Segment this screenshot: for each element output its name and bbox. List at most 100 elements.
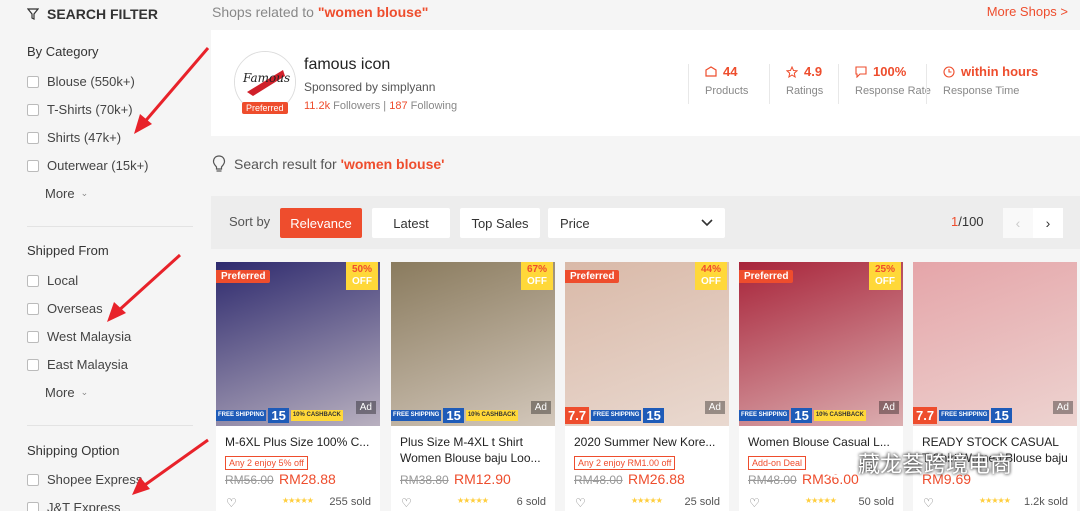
checkbox[interactable] bbox=[27, 501, 39, 511]
following-count: 187 bbox=[389, 100, 408, 112]
filter-option-jt-express[interactable]: J&T Express bbox=[27, 500, 120, 511]
filter-option-label: T-Shirts (70k+) bbox=[47, 102, 133, 117]
heart-icon[interactable]: ♡ bbox=[923, 496, 934, 510]
product-card[interactable]: 67% OFF Ad FREE SHIPPING 15 10% CASHBACK Plus … bbox=[391, 262, 555, 511]
stat-value: within hours bbox=[961, 64, 1039, 79]
filter-option-tshirts[interactable]: T-Shirts (70k+) bbox=[27, 102, 133, 117]
checkbox[interactable] bbox=[27, 358, 39, 371]
free-shipping-badge: FREE SHIPPING bbox=[591, 409, 642, 421]
filter-option-label: West Malaysia bbox=[47, 329, 132, 344]
more-shops-link[interactable]: More Shops > bbox=[987, 4, 1068, 19]
sold-count: 255 sold bbox=[329, 496, 371, 508]
chevron-left-icon: ‹ bbox=[1015, 215, 1021, 231]
discount-badge: 50% OFF bbox=[346, 262, 378, 290]
filter-option-west-malaysia[interactable]: West Malaysia bbox=[27, 329, 131, 344]
checkbox[interactable] bbox=[27, 103, 39, 116]
stat-label: Response Time bbox=[943, 85, 1020, 97]
heart-icon[interactable]: ♡ bbox=[749, 496, 760, 510]
search-keyword: 'women blouse' bbox=[340, 156, 445, 172]
filter-option-east-malaysia[interactable]: East Malaysia bbox=[27, 357, 128, 372]
checkbox[interactable] bbox=[27, 473, 39, 486]
promo-strip: FREE SHIPPING 15 10% CASHBACK bbox=[739, 404, 866, 426]
filter-option-shopee-express[interactable]: Shopee Express bbox=[27, 472, 142, 487]
filter-option-label: Local bbox=[47, 273, 79, 288]
price-sort-select[interactable]: Price bbox=[548, 208, 725, 238]
checkbox[interactable] bbox=[27, 274, 39, 287]
filter-option-outerwear[interactable]: Outerwear (15k+) bbox=[27, 158, 149, 173]
sort-top-sales-button[interactable]: Top Sales bbox=[460, 208, 540, 238]
promo-15-badge: 15 bbox=[643, 407, 664, 423]
price-label: Price bbox=[560, 215, 590, 231]
search-result-heading: Search result for 'women blouse' bbox=[212, 155, 445, 173]
shop-follow-stats: 11.2k Followers | 187 Following bbox=[304, 100, 457, 112]
heart-icon[interactable]: ♡ bbox=[226, 496, 237, 510]
promo-15-badge: 15 bbox=[791, 407, 812, 423]
filter-option-shirts[interactable]: Shirts (47k+) bbox=[27, 130, 121, 145]
discount-value: 67% bbox=[526, 264, 547, 275]
promo-77-badge: 7.7 bbox=[913, 406, 938, 424]
heart-icon[interactable]: ♡ bbox=[575, 496, 586, 510]
discount-off: OFF bbox=[527, 276, 547, 287]
more-category-button[interactable]: More ⌄ bbox=[45, 186, 88, 201]
stat-label: Products bbox=[705, 85, 749, 97]
sale-price: RM26.88 bbox=[628, 471, 685, 487]
stat-products: 44 Products bbox=[688, 64, 748, 104]
sold-count: 1.2k sold bbox=[1023, 496, 1068, 508]
promo-15-badge: 15 bbox=[991, 407, 1012, 423]
product-title[interactable]: M-6XL Plus Size 100% C... bbox=[225, 434, 373, 450]
prev-page-button[interactable]: ‹ bbox=[1003, 208, 1033, 238]
shop-sponsor: Sponsored by simplyann bbox=[304, 80, 436, 94]
sort-relevance-button[interactable]: Relevance bbox=[280, 208, 362, 238]
ad-badge: Ad bbox=[1052, 401, 1073, 414]
checkbox[interactable] bbox=[27, 302, 39, 315]
chevron-down-icon: ⌄ bbox=[80, 188, 89, 198]
promo-strip: 7.7 FREE SHIPPING 15 bbox=[565, 404, 664, 426]
divider bbox=[27, 226, 193, 227]
ad-badge: Ad bbox=[530, 401, 551, 414]
checkbox[interactable] bbox=[27, 330, 39, 343]
rating-stars: ★★★★★ bbox=[457, 496, 489, 505]
filter-option-label: Outerwear (15k+) bbox=[47, 158, 149, 173]
product-card[interactable]: Preferred 44% OFF Ad 7.7 FREE SHIPPING 15 2020 … bbox=[565, 262, 729, 511]
ad-badge: Ad bbox=[355, 401, 376, 414]
clock-icon bbox=[943, 65, 955, 78]
more-shipped-from-button[interactable]: More ⌄ bbox=[45, 385, 88, 400]
product-title[interactable]: Plus Size M-4XL t Shirt Women Blouse baj… bbox=[400, 434, 548, 466]
free-shipping-badge: FREE SHIPPING bbox=[216, 409, 267, 421]
stat-response-rate: 100% Response Rate bbox=[838, 64, 931, 104]
chevron-down-icon: ⌄ bbox=[80, 387, 89, 397]
filter-option-local[interactable]: Local bbox=[27, 273, 78, 288]
search-filter-sidebar: SEARCH FILTER By Category Blouse (550k+)… bbox=[0, 0, 210, 511]
heart-icon[interactable]: ♡ bbox=[401, 496, 412, 510]
filter-option-blouse[interactable]: Blouse (550k+) bbox=[27, 74, 135, 89]
discount-off: OFF bbox=[352, 276, 372, 287]
following-label: Following bbox=[410, 100, 458, 112]
discount-badge: 67% OFF bbox=[521, 262, 553, 290]
search-filter-heading: SEARCH FILTER bbox=[27, 6, 158, 22]
chat-icon bbox=[855, 65, 867, 78]
next-page-button[interactable]: › bbox=[1033, 208, 1063, 238]
original-price: RM48.00 bbox=[574, 473, 623, 487]
promo-strip: 7.7 FREE SHIPPING 15 bbox=[913, 404, 1012, 426]
shop-card[interactable]: Famous Preferred famous icon Sponsored b… bbox=[211, 30, 1080, 136]
product-title[interactable]: 2020 Summer New Kore... bbox=[574, 434, 722, 450]
section-title-category: By Category bbox=[27, 44, 99, 59]
promo-15-badge: 15 bbox=[443, 407, 464, 423]
checkbox[interactable] bbox=[27, 159, 39, 172]
promo-15-badge: 15 bbox=[268, 407, 289, 423]
rating-stars: ★★★★★ bbox=[631, 496, 663, 505]
shop-name[interactable]: famous icon bbox=[304, 56, 390, 74]
more-label: More bbox=[45, 385, 75, 400]
related-keyword: "women blouse" bbox=[317, 4, 429, 20]
cashback-badge: 10% CASHBACK bbox=[465, 409, 518, 421]
checkbox[interactable] bbox=[27, 75, 39, 88]
preferred-badge: Preferred bbox=[565, 270, 620, 283]
filter-option-overseas[interactable]: Overseas bbox=[27, 301, 103, 316]
sort-latest-button[interactable]: Latest bbox=[372, 208, 450, 238]
promo-tag: Any 2 enjoy RM1.00 off bbox=[574, 456, 676, 470]
followers-count: 11.2k bbox=[304, 100, 331, 112]
preferred-badge: Preferred bbox=[242, 102, 288, 114]
stat-response-time: within hours Response Time bbox=[926, 64, 1038, 104]
product-card[interactable]: Preferred 50% OFF Ad FREE SHIPPING 15 10% CASH… bbox=[216, 262, 380, 511]
checkbox[interactable] bbox=[27, 131, 39, 144]
